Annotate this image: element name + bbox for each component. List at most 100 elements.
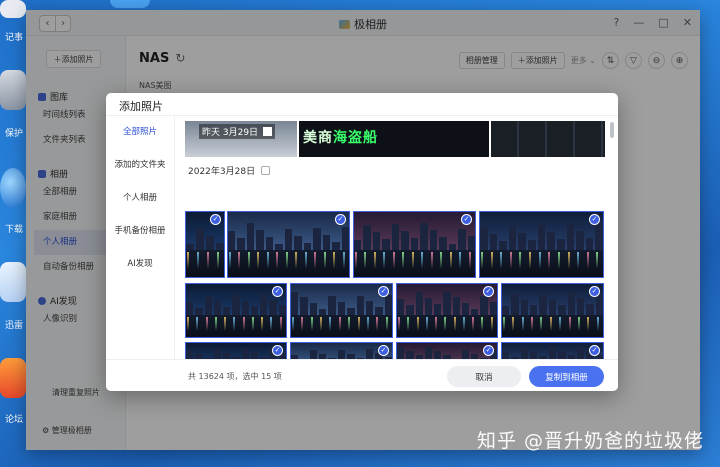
selected-check-icon[interactable]: ✓ [272,345,283,356]
yesterday-label: 昨天 3月29日 [199,124,276,139]
desktop-icon-download[interactable] [0,168,26,208]
dialog-scrollbar[interactable] [610,122,614,138]
photo-building [480,226,488,250]
photo-building [195,307,203,315]
photo-building [576,346,585,359]
photo-light-reflection [342,252,345,269]
selected-check-icon[interactable]: ✓ [589,214,600,225]
desktop-icon-thunder[interactable] [0,262,26,302]
photo-building [265,236,274,250]
photo-thumbnail[interactable] [491,121,605,157]
yesterday-checkbox[interactable] [263,127,273,136]
photo-building [424,346,433,359]
photo-light-reflection [586,252,589,269]
selected-check-icon[interactable]: ✓ [483,345,494,356]
photo-thumbnail[interactable]: ✓ [227,211,350,278]
photo-building [328,296,336,315]
selected-check-icon[interactable]: ✓ [378,286,389,297]
photo-building [434,350,442,359]
selected-check-icon[interactable]: ✓ [589,345,600,356]
watermark: 知乎 @晋升奶爸的垃圾佬 [476,430,704,452]
photo-building [567,292,575,315]
photo-building [337,349,346,359]
neon-sign-text: 美商海盗船 [303,127,378,147]
photo-building [213,348,222,359]
photo-light-reflection [509,252,512,269]
photo-building [410,237,419,250]
photo-building [556,238,565,250]
dialog-tab-personal-album[interactable]: 个人相册 [106,182,174,215]
photo-light-reflection [472,317,475,331]
cancel-button[interactable]: 取消 [447,366,521,387]
photo-light-reflection [295,252,298,269]
selected-check-icon[interactable]: ✓ [589,286,600,297]
photo-light-reflection [205,317,208,331]
selected-check-icon[interactable]: ✓ [378,345,389,356]
photo-light-reflection [462,317,465,331]
dialog-tab-added-folders[interactable]: 添加的文件夹 [106,149,174,182]
copy-to-album-button[interactable]: 复制到相册 [529,366,604,387]
photo-light-reflection [540,317,543,331]
photo-building [406,351,414,359]
photo-building [228,230,236,250]
desktop-icon-top[interactable] [110,0,150,8]
photo-building [196,228,204,250]
photo-building [223,307,231,315]
photo-light-reflection [355,252,357,269]
photo-building [439,236,447,250]
photo-building [319,308,327,315]
photo-light-reflection [373,252,376,269]
dialog-tab-all-photos[interactable]: 全部照片 [106,116,174,149]
photo-thumbnail[interactable]: ✓ [353,211,476,278]
photo-light-reflection [402,252,405,269]
selected-check-icon[interactable]: ✓ [483,286,494,297]
photo-thumbnail[interactable]: ✓ [290,342,393,359]
photo-building [397,298,405,315]
photo-thumbnail[interactable]: ✓ [396,283,498,338]
photo-thumbnail[interactable]: ✓ [479,211,604,278]
desktop-icon-protect[interactable] [0,70,26,110]
dialog-tab-ai[interactable]: AI发现 [106,248,174,281]
photo-building [391,223,400,250]
photo-light-reflection [490,317,493,331]
dialog-footer: 共 13624 项，选中 15 项 取消 复制到相册 [106,359,618,391]
photo-thumbnail[interactable]: ✓ [185,283,287,338]
photo-thumbnail[interactable]: ✓ [501,342,604,359]
photo-thumbnail[interactable]: ✓ [501,283,604,338]
photo-building [284,228,293,250]
photo-light-reflection [187,317,189,331]
photo-building [401,230,409,250]
photo-building [461,350,470,359]
photo-thumbnail[interactable]: ✓ [185,342,287,359]
dialog-nav: 全部照片 添加的文件夹 个人相册 手机备份相册 AI发现 [106,116,174,359]
photo-building [246,222,255,250]
desktop-icon-notes[interactable] [0,0,26,18]
photo-light-reflection [468,252,471,269]
photo-building [260,293,268,315]
dialog-photo-grid: 美商海盗船 昨天 3月29日 2022年3月28日 ✓ ✓ ✓ ✓ ✓ ✓ ✓ ✓ ✓ ✓ ✓ ✓ [174,116,618,359]
photo-building [382,238,390,250]
photo-building [518,232,527,250]
photo-thumbnail[interactable]: ✓ [290,283,393,338]
photo-thumbnail[interactable]: ✓ [185,211,225,278]
selected-check-icon[interactable]: ✓ [210,214,221,225]
photo-building [365,348,374,359]
photo-building [576,230,584,250]
selected-check-icon[interactable]: ✓ [335,214,346,225]
photo-light-reflection [242,317,245,331]
photo-light-reflection [490,252,493,269]
date-group-checkbox[interactable] [261,166,271,175]
desktop-label-thunder: 迅雷 [5,321,24,331]
selected-check-icon[interactable]: ✓ [272,286,283,297]
photo-building [294,235,302,250]
photo-light-reflection [229,252,231,269]
photo-light-reflection [214,317,217,331]
desktop-icon-forum[interactable] [0,358,26,398]
photo-thumbnail[interactable]: ✓ [396,342,498,359]
selected-check-icon[interactable]: ✓ [461,214,472,225]
photo-light-reflection [320,317,323,331]
photo-building [499,240,507,250]
photo-building [269,299,277,315]
photo-light-reflection [596,252,599,269]
dialog-tab-phone-backup[interactable]: 手机备份相册 [106,215,174,248]
